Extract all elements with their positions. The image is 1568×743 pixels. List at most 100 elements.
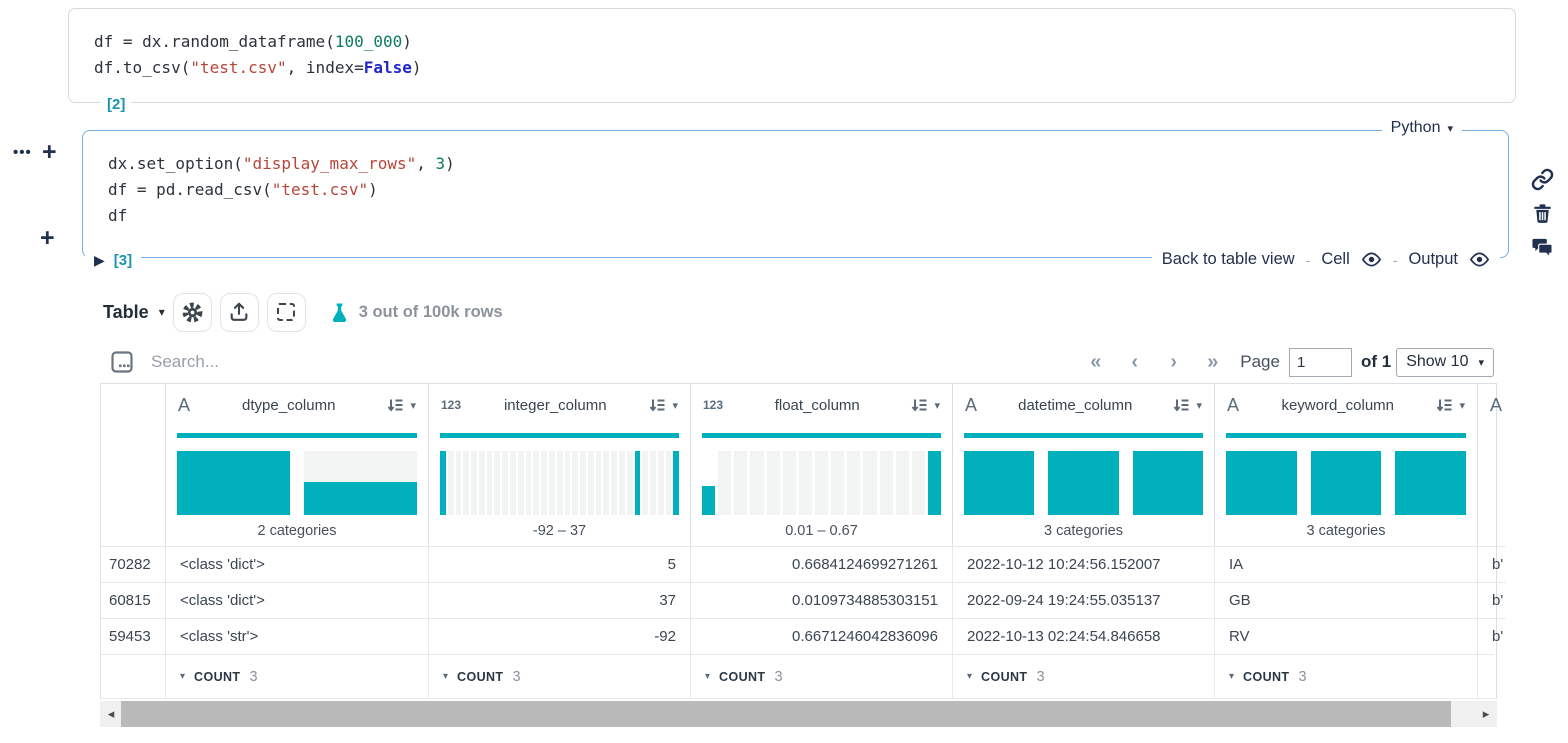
page-number-input[interactable] [1288, 347, 1352, 377]
histogram-bin [673, 451, 680, 515]
sort-icon[interactable] [911, 398, 928, 413]
settings-button[interactable] [172, 292, 212, 332]
histogram-bin [533, 451, 540, 515]
chevron-down-icon[interactable]: ▾ [705, 671, 710, 682]
chevron-down-icon[interactable]: ▾ [1229, 671, 1234, 682]
output-toolbar: Table ▾ 3 out of 100k rows [103, 292, 503, 332]
histogram-bin [642, 451, 649, 515]
category-slot [1132, 451, 1203, 515]
sort-icon[interactable] [387, 398, 404, 413]
column-aggregate-keyword_column: ▾ COUNT 3 [1214, 654, 1477, 698]
histogram-bin [455, 451, 462, 515]
chevron-down-icon[interactable]: ▾ [967, 671, 972, 682]
last-page-button[interactable]: » [1193, 344, 1232, 380]
sort-icon[interactable] [1436, 398, 1453, 413]
table-cell: -92 [428, 618, 690, 654]
chevron-down-icon[interactable]: ▾ [1196, 399, 1202, 412]
search-input[interactable]: Search... [151, 352, 219, 372]
histogram-bin [927, 451, 942, 515]
category-bar [177, 451, 290, 515]
scroll-right-arrow-icon[interactable]: ▸ [1477, 701, 1495, 727]
chevron-down-icon[interactable]: ▾ [180, 671, 185, 682]
next-page-button[interactable]: › [1154, 344, 1193, 380]
histogram-bin [734, 451, 748, 515]
histogram-bin [510, 451, 516, 515]
histogram-bin [595, 451, 602, 515]
chevron-down-icon[interactable]: ▾ [443, 671, 448, 682]
add-cell-below-button[interactable]: + [40, 224, 55, 253]
chevron-down-icon[interactable]: ▾ [410, 399, 416, 412]
histogram-bin [650, 451, 656, 515]
table-cell: b' [1477, 546, 1506, 582]
trash-icon[interactable] [1531, 202, 1554, 225]
data-table: Adtype_column ▾ 123 integer_column ▾ 123 float… [100, 383, 1506, 699]
column-search-icon[interactable] [110, 350, 134, 374]
add-cell-above-button[interactable]: + [42, 138, 57, 167]
pagination: « ‹ › » Page of 1 Show 10 ▾ [1076, 344, 1494, 380]
sort-icon[interactable] [1173, 398, 1190, 413]
run-cell-button[interactable]: ▶ [94, 252, 105, 269]
column-summary-integer_column: -92 – 37 [428, 426, 690, 546]
rows-info-text: 3 out of 100k rows [358, 302, 503, 321]
scrollbar-thumb[interactable] [121, 701, 1451, 727]
table-cell: 2022-10-12 10:24:56.152007 [952, 546, 1214, 582]
table-row: 70282 <class 'dict'> 5 0.6684124699271261 20… [101, 546, 1506, 582]
category-bars [1226, 451, 1467, 515]
table-cell: 5 [428, 546, 690, 582]
histogram-bin [463, 451, 470, 515]
comments-icon[interactable] [1531, 236, 1554, 259]
separator: - [1305, 251, 1311, 268]
column-header-integer_column[interactable]: 123 integer_column ▾ [428, 384, 690, 426]
column-header-datetime_column[interactable]: Adatetime_column ▾ [952, 384, 1214, 426]
output-nav: Back to table view - Cell - Output [1151, 250, 1500, 269]
cell-menu-icon[interactable]: ••• [13, 144, 32, 161]
execution-count-2: [3] [113, 252, 133, 269]
column-summary-datetime_column: 3 categories [952, 426, 1214, 546]
back-to-table-view-link[interactable]: Back to table view [1162, 250, 1295, 269]
chevron-down-icon[interactable]: ▾ [1459, 399, 1465, 412]
scroll-left-arrow-icon[interactable]: ◂ [102, 701, 120, 727]
selection-button[interactable] [266, 292, 306, 332]
column-name: datetime_column [1018, 396, 1133, 414]
horizontal-scrollbar[interactable]: ◂ ▸ [100, 701, 1497, 727]
code-editor-2[interactable]: dx.set_option("display_max_rows", 3) df =… [83, 131, 1508, 229]
view-type-dropdown[interactable]: Table ▾ [103, 302, 165, 323]
histogram-bin [863, 451, 877, 515]
histogram-bin [440, 451, 446, 515]
histogram-bin [782, 451, 796, 515]
table-footer-row: ▾ COUNT 3 ▾ COUNT 3 ▾ COUNT 3 ▾ COUNT 3 ▾ COUNT 3 [101, 654, 1496, 698]
table-cell: <class 'dict'> [165, 546, 428, 582]
column-header-partial[interactable]: A [1477, 384, 1502, 426]
column-header-float_column[interactable]: 123 float_column ▾ [690, 384, 952, 426]
first-page-button[interactable]: « [1076, 344, 1115, 380]
histogram-bin [702, 451, 716, 515]
column-header-keyword_column[interactable]: Akeyword_column ▾ [1214, 384, 1477, 426]
category-slot [177, 451, 290, 515]
gear-icon [180, 300, 205, 325]
histogram-bin [611, 451, 617, 515]
category-slot [1310, 451, 1382, 515]
category-bars [964, 451, 1203, 515]
column-summary-partial [1477, 426, 1500, 546]
output-visibility-eye-icon[interactable] [1469, 252, 1490, 267]
table-cell: 0.0109734885303151 [690, 582, 952, 618]
histogram-bin [572, 451, 579, 515]
code-cell-2: dx.set_option("display_max_rows", 3) df =… [82, 119, 1509, 269]
code-editor-1[interactable]: df = dx.random_dataframe(100_000) df.to_c… [69, 9, 1515, 81]
column-header-dtype_column[interactable]: Adtype_column ▾ [165, 384, 428, 426]
prev-page-button[interactable]: ‹ [1115, 344, 1154, 380]
aggregate-type-label: COUNT [457, 669, 504, 684]
language-selector[interactable]: Python ▾ [1381, 119, 1462, 137]
chevron-down-icon[interactable]: ▾ [672, 399, 678, 412]
cell-visibility-eye-icon[interactable] [1361, 252, 1382, 267]
chevron-down-icon[interactable]: ▾ [934, 399, 940, 412]
page-size-select[interactable]: Show 10 ▾ [1396, 347, 1494, 377]
column-aggregate-datetime_column: ▾ COUNT 3 [952, 654, 1214, 698]
histogram-bin [478, 451, 485, 515]
sort-icon[interactable] [649, 398, 666, 413]
histogram-bin [603, 451, 610, 515]
summary-top-bar [702, 433, 941, 438]
export-button[interactable] [219, 292, 259, 332]
link-icon[interactable] [1531, 168, 1554, 191]
number-type-icon: 123 [703, 398, 724, 412]
